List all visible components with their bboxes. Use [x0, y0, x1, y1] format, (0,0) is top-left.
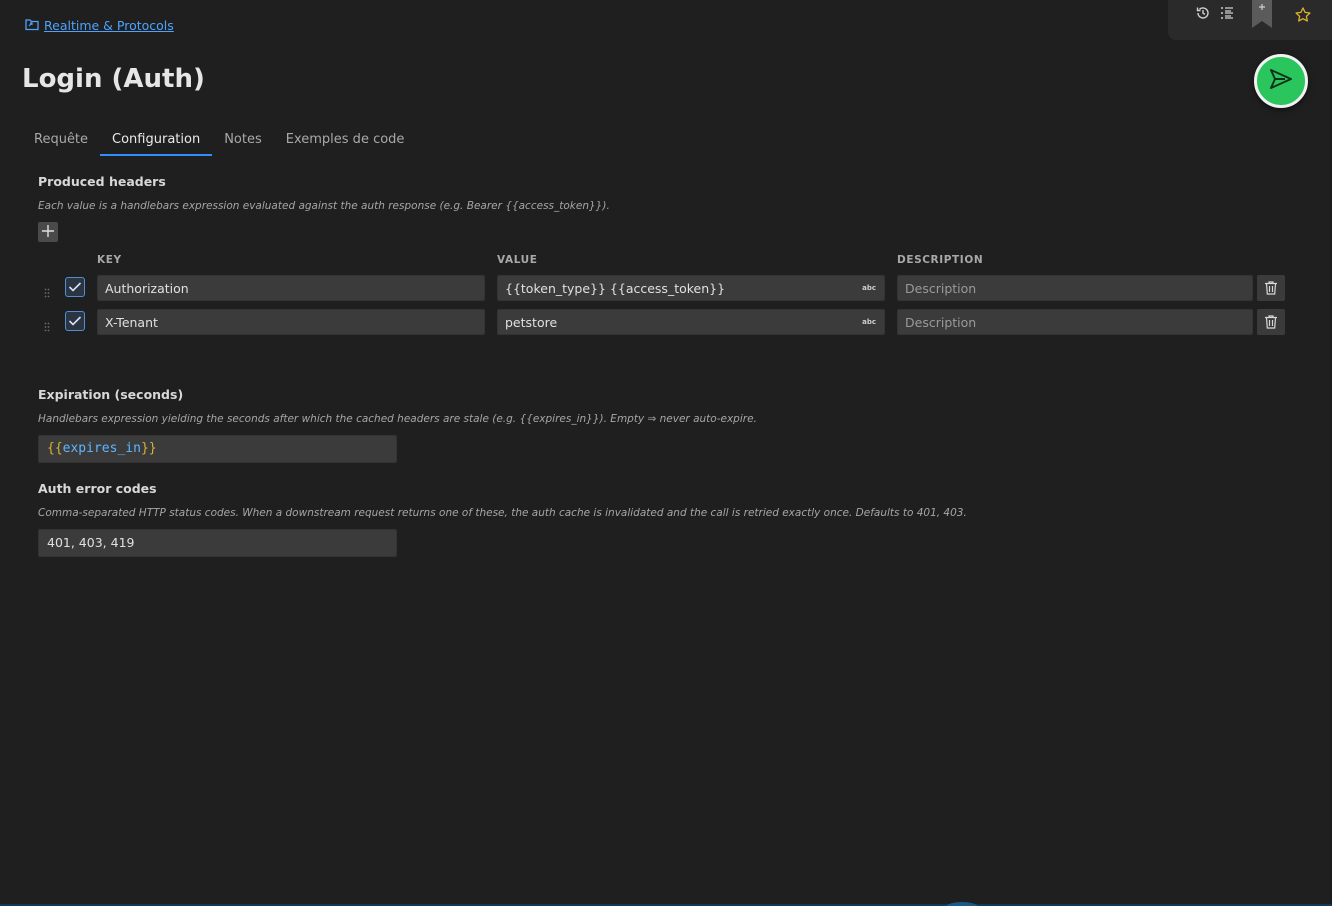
header-description-input[interactable]: Description	[897, 275, 1253, 301]
tab-notes[interactable]: Notes	[212, 128, 274, 156]
expiration-description: Handlebars expression yielding the secon…	[38, 413, 757, 425]
expression-open-brace: {{	[47, 441, 63, 456]
bottom-scroll-indicator	[946, 902, 978, 906]
value-type-badge[interactable]: abc	[862, 284, 876, 292]
header-key-input[interactable]: X-Tenant	[97, 309, 485, 335]
add-header-button[interactable]	[38, 222, 58, 242]
expression-variable: expires_in	[62, 441, 141, 456]
breadcrumb: Realtime & Protocols	[24, 17, 174, 33]
send-icon	[1268, 66, 1294, 96]
tab-code-examples[interactable]: Exemples de code	[274, 128, 417, 156]
page-title: Login (Auth)	[22, 64, 205, 94]
top-toolbar	[1168, 0, 1332, 40]
plus-icon	[41, 223, 55, 242]
send-button[interactable]	[1254, 54, 1308, 108]
produced-headers-description: Each value is a handlebars expression ev…	[38, 200, 610, 212]
breadcrumb-link[interactable]: Realtime & Protocols	[44, 18, 174, 33]
delete-row-button[interactable]	[1257, 309, 1285, 335]
folder-link-icon	[24, 17, 40, 33]
auth-error-codes-description: Comma-separated HTTP status codes. When …	[38, 507, 967, 519]
header-value-input[interactable]: {{token_type}} {{access_token}} abc	[497, 275, 885, 301]
list-icon[interactable]	[1218, 4, 1236, 22]
delete-row-button[interactable]	[1257, 275, 1285, 301]
auth-error-codes-input[interactable]: 401, 403, 419	[38, 529, 397, 557]
star-icon[interactable]	[1294, 6, 1312, 28]
row-enabled-checkbox[interactable]	[65, 311, 85, 331]
value-type-badge[interactable]: abc	[862, 318, 876, 326]
tab-requete[interactable]: Requête	[22, 128, 100, 156]
produced-headers-title: Produced headers	[38, 174, 166, 189]
history-icon[interactable]	[1194, 4, 1212, 22]
bookmark-add-icon[interactable]	[1252, 0, 1272, 28]
header-value-text: petstore	[505, 315, 558, 330]
drag-handle-icon[interactable]	[44, 317, 50, 332]
drag-handle-icon[interactable]	[44, 283, 50, 298]
tab-bar: Requête Configuration Notes Exemples de …	[22, 128, 416, 158]
expiration-title: Expiration (seconds)	[38, 387, 184, 402]
header-value-text: {{token_type}} {{access_token}}	[505, 281, 726, 296]
trash-icon	[1265, 315, 1277, 329]
header-description-input[interactable]: Description	[897, 309, 1253, 335]
header-key-input[interactable]: Authorization	[97, 275, 485, 301]
tab-configuration[interactable]: Configuration	[100, 128, 213, 156]
auth-error-codes-title: Auth error codes	[38, 481, 157, 496]
table-row: Authorization {{token_type}} {{access_to…	[0, 274, 1332, 302]
column-header-value: VALUE	[497, 254, 538, 266]
column-header-description: DESCRIPTION	[897, 254, 984, 266]
row-enabled-checkbox[interactable]	[65, 277, 85, 297]
table-row: X-Tenant petstore abc Description	[0, 308, 1332, 336]
column-header-key: KEY	[97, 254, 122, 266]
header-value-input[interactable]: petstore abc	[497, 309, 885, 335]
trash-icon	[1265, 281, 1277, 295]
expiration-input[interactable]: {{expires_in}}	[38, 435, 397, 463]
expression-close-brace: }}	[140, 441, 157, 456]
